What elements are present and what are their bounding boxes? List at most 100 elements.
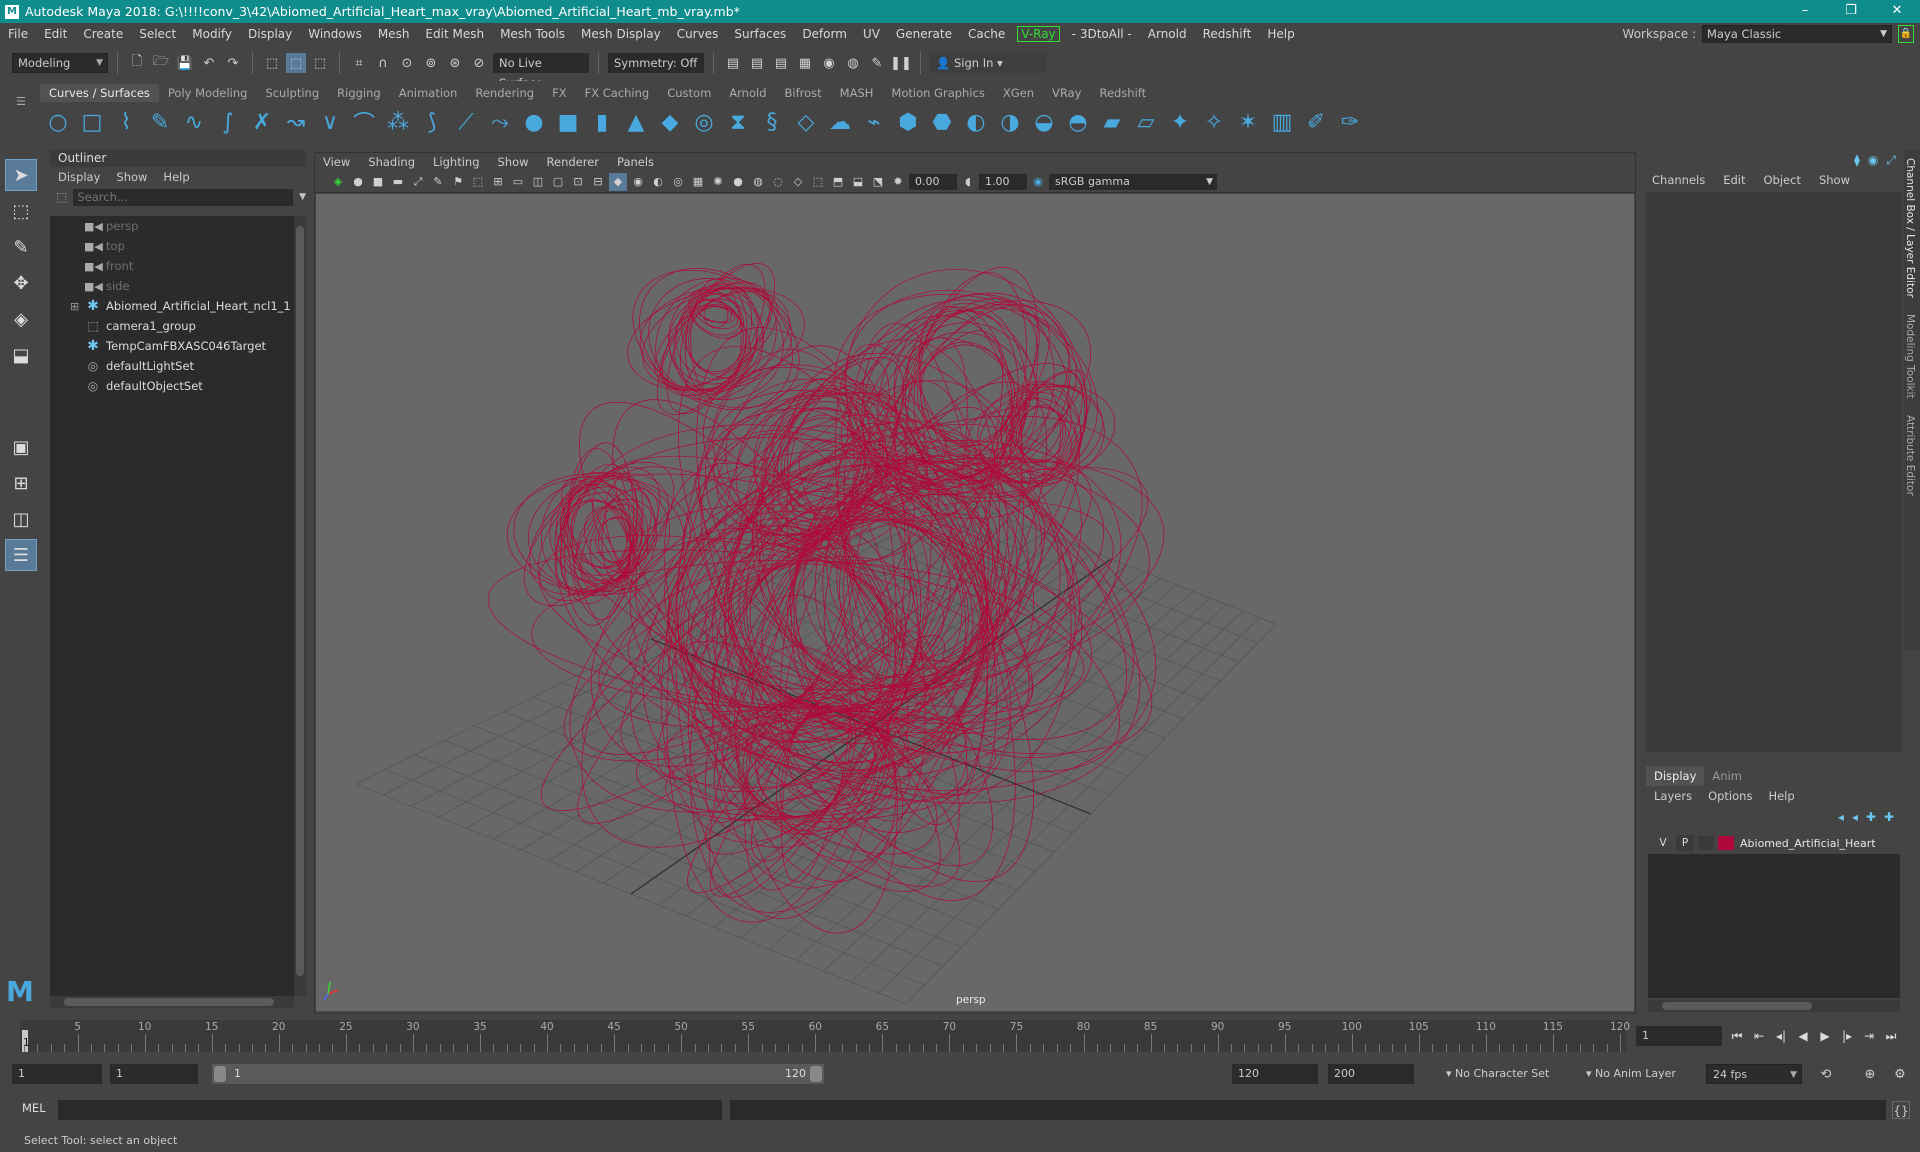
- channel-box-menu-object[interactable]: Object: [1764, 173, 1801, 187]
- single-perspective-view-icon[interactable]: ▣: [5, 431, 37, 463]
- boundary-icon[interactable]: ⬢: [894, 107, 922, 137]
- layer-menu-layers[interactable]: Layers: [1654, 789, 1692, 803]
- menu-cache[interactable]: Cache: [960, 27, 1013, 41]
- render-view-icon[interactable]: ▤: [771, 53, 791, 73]
- outliner-horizontal-scrollbar[interactable]: [50, 996, 294, 1008]
- project-curve-icon[interactable]: ◒: [1030, 107, 1058, 137]
- outliner-item-tempcam-target[interactable]: ✱ TempCamFBXASC046Target: [50, 336, 294, 356]
- curve-project-icon[interactable]: ⤳: [486, 107, 514, 137]
- resolution-gate-icon[interactable]: ◫: [529, 173, 547, 191]
- outliner-item-abiomed-heart[interactable]: ⊞ ✱ Abiomed_Artificial_Heart_ncl1_1: [50, 296, 294, 316]
- filter-icon[interactable]: ⬚: [56, 190, 67, 204]
- menu-deform[interactable]: Deform: [794, 27, 855, 41]
- maximize-button[interactable]: ❐: [1828, 0, 1874, 23]
- viewport-menu-shading[interactable]: Shading: [368, 155, 415, 169]
- playback-end-field[interactable]: 120: [1232, 1064, 1318, 1084]
- open-scene-icon[interactable]: 🗁: [151, 53, 171, 73]
- untrim-icon[interactable]: ▰: [1098, 107, 1126, 137]
- minimize-button[interactable]: –: [1782, 0, 1828, 23]
- render-settings-icon[interactable]: ▦: [795, 53, 815, 73]
- birail-icon[interactable]: ⌁: [860, 107, 888, 137]
- channel-box-menu-channels[interactable]: Channels: [1652, 173, 1705, 187]
- play-forwards-icon[interactable]: ▶: [1816, 1026, 1834, 1046]
- menu-uv[interactable]: UV: [855, 27, 888, 41]
- shelf-tab-rendering[interactable]: Rendering: [466, 84, 543, 102]
- hypershade-icon[interactable]: ◍: [843, 53, 863, 73]
- gamma-field[interactable]: 1.00: [979, 173, 1027, 190]
- layer-menu-options[interactable]: Options: [1708, 789, 1752, 803]
- shelf-tab-bifrost[interactable]: Bifrost: [776, 84, 831, 102]
- menu-modify[interactable]: Modify: [184, 27, 240, 41]
- smooth-shade-icon[interactable]: ◉: [629, 173, 647, 191]
- select-component-icon[interactable]: ⬚: [310, 53, 330, 73]
- loft-icon[interactable]: §: [758, 107, 786, 137]
- channel-box-menu-show[interactable]: Show: [1819, 173, 1850, 187]
- outliner-item-side[interactable]: ■◀ side: [50, 276, 294, 296]
- wireframe-on-shaded-icon[interactable]: ◐: [649, 173, 667, 191]
- menu-set-dropdown[interactable]: Modeling: [12, 53, 108, 73]
- wireframe-icon[interactable]: ◆: [609, 172, 627, 191]
- curve-fillet-icon[interactable]: ↝: [282, 107, 310, 137]
- outliner-menu-help[interactable]: Help: [163, 170, 189, 184]
- side-tab-modeling-toolkit[interactable]: Modeling Toolkit: [1904, 306, 1916, 407]
- lasso-tool-icon[interactable]: ⬚: [5, 195, 37, 227]
- xray-components-icon[interactable]: ⬔: [869, 173, 887, 191]
- menu-create[interactable]: Create: [75, 27, 131, 41]
- menu-edit-mesh[interactable]: Edit Mesh: [417, 27, 492, 41]
- shelf-tab-xgen[interactable]: XGen: [994, 84, 1043, 102]
- pencil-curve-icon[interactable]: ✎: [146, 107, 174, 137]
- character-set-dropdown[interactable]: ▾ No Character Set: [1440, 1064, 1580, 1084]
- live-surface-field[interactable]: No Live Surface: [493, 53, 589, 90]
- detach-surface-icon[interactable]: ✦: [1166, 107, 1194, 137]
- anim-preferences-icon[interactable]: ⚙: [1890, 1064, 1910, 1084]
- curve-rebuild-icon[interactable]: ⁂: [384, 107, 412, 137]
- grid-icon[interactable]: ⊞: [489, 173, 507, 191]
- go-to-end-icon[interactable]: ⏭: [1882, 1026, 1900, 1046]
- new-empty-layer-icon[interactable]: ✚: [1866, 810, 1876, 824]
- layer-playback-toggle[interactable]: P: [1676, 835, 1694, 851]
- bookmark-view-icon[interactable]: ⚑: [449, 173, 467, 191]
- exposure-icon[interactable]: ✹: [889, 173, 907, 191]
- menu-windows[interactable]: Windows: [300, 27, 370, 41]
- new-layer-from-selection-icon[interactable]: ✚: [1884, 810, 1894, 824]
- shelf-tab-custom[interactable]: Custom: [658, 84, 720, 102]
- menu-mesh-display[interactable]: Mesh Display: [573, 27, 669, 41]
- layer-visibility-toggle[interactable]: V: [1654, 835, 1672, 851]
- color-management-icon[interactable]: ◉: [1029, 173, 1047, 191]
- auto-key-icon[interactable]: ⊕: [1860, 1064, 1880, 1084]
- isolate-select-icon[interactable]: ⬒: [829, 173, 847, 191]
- outliner-item-camera1-group[interactable]: ⬚ camera1_group: [50, 316, 294, 336]
- insert-isoparm-icon[interactable]: ▥: [1268, 107, 1296, 137]
- four-view-layout-icon[interactable]: ⊞: [5, 467, 37, 499]
- snap-projected-center-icon[interactable]: ⊚: [421, 53, 441, 73]
- nurbs-torus-icon[interactable]: ◎: [690, 107, 718, 137]
- rotate-tool-icon[interactable]: ◈: [5, 303, 37, 335]
- nurbs-circle-icon[interactable]: ○: [44, 107, 72, 137]
- menu-help[interactable]: Help: [1259, 27, 1302, 41]
- anti-alias-icon[interactable]: ◇: [789, 173, 807, 191]
- scale-tool-icon[interactable]: ⬓: [5, 339, 37, 371]
- menu-vray[interactable]: V-Ray: [1017, 26, 1060, 42]
- ambient-occlusion-icon[interactable]: ◍: [749, 173, 767, 191]
- script-editor-icon[interactable]: {}: [1892, 1101, 1910, 1119]
- snap-curve-icon[interactable]: ∩: [373, 53, 393, 73]
- make-live-icon[interactable]: ⊘: [469, 53, 489, 73]
- symmetry-dropdown[interactable]: Symmetry: Off: [608, 53, 704, 73]
- two-view-layout-icon[interactable]: ◫: [5, 503, 37, 535]
- image-plane-icon[interactable]: ▬: [389, 173, 407, 191]
- exposure-field[interactable]: 0.00: [909, 173, 957, 190]
- revolve-icon[interactable]: ⧗: [724, 107, 752, 137]
- grease-pencil-icon[interactable]: ✎: [429, 173, 447, 191]
- viewport-canvas[interactable]: persp: [316, 194, 1634, 1011]
- range-start-handle[interactable]: [214, 1066, 226, 1082]
- range-end-handle[interactable]: [810, 1066, 822, 1082]
- shelf-tab-rigging[interactable]: Rigging: [328, 84, 390, 102]
- nurbs-square-icon[interactable]: □: [78, 107, 106, 137]
- ipr-render-icon[interactable]: ◉: [819, 53, 839, 73]
- workspace-dropdown[interactable]: Maya Classic: [1702, 25, 1892, 43]
- new-scene-icon[interactable]: 🗋: [127, 53, 147, 73]
- shelf-tab-redshift[interactable]: Redshift: [1090, 84, 1155, 102]
- redo-icon[interactable]: ↷: [223, 53, 243, 73]
- nurbs-cube-icon[interactable]: ■: [554, 107, 582, 137]
- planar-icon[interactable]: ◇: [792, 107, 820, 137]
